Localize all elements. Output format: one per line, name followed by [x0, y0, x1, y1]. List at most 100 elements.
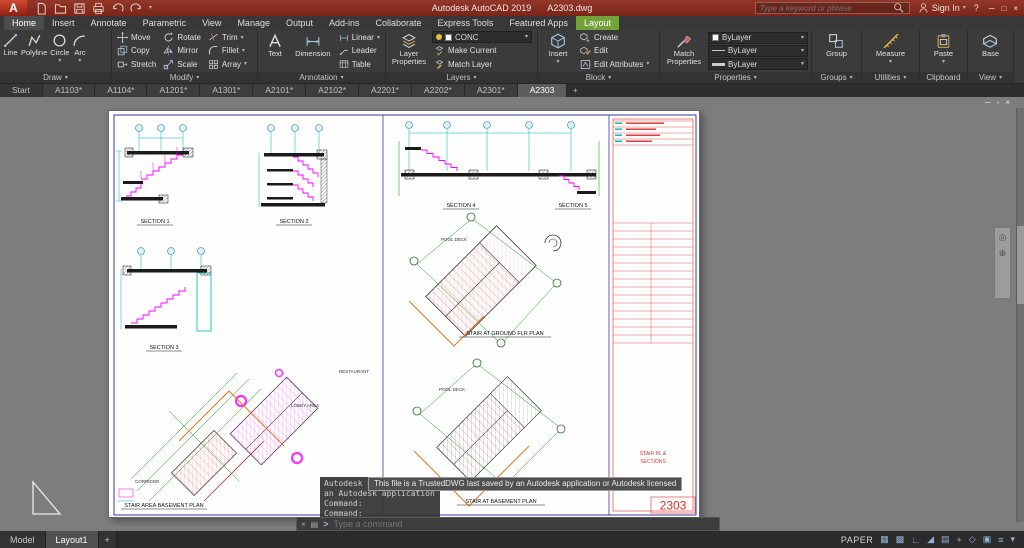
mirror-button[interactable]: Mirror: [161, 44, 203, 57]
chevron-down-icon[interactable]: ▾: [377, 35, 380, 41]
drawing-viewport[interactable]: ─ ▫ ×: [0, 97, 1024, 531]
chevron-down-icon[interactable]: ▾: [241, 35, 244, 41]
isodraft-icon[interactable]: ◇: [969, 534, 976, 545]
save-icon[interactable]: [73, 2, 86, 15]
file-tab-start[interactable]: Start: [0, 84, 43, 97]
sign-in-button[interactable]: Sign In ▾: [918, 2, 966, 14]
panel-label-view[interactable]: View▾: [968, 72, 1013, 83]
undo-icon[interactable]: [111, 2, 124, 15]
snap-mode-icon[interactable]: ▩: [896, 534, 905, 545]
workspace-switching-icon[interactable]: ≡: [998, 535, 1003, 545]
file-tab[interactable]: A1201*: [147, 84, 200, 97]
base-view-button[interactable]: Base: [982, 31, 999, 71]
edit-block-button[interactable]: Edit: [578, 44, 651, 57]
rotate-button[interactable]: Rotate: [161, 31, 203, 44]
file-tab[interactable]: A1104*: [95, 84, 147, 97]
layout1-tab[interactable]: Layout1: [46, 531, 99, 548]
ribbon-tab-output[interactable]: Output: [278, 16, 321, 30]
ribbon-tab-parametric[interactable]: Parametric: [135, 16, 195, 30]
layer-dropdown[interactable]: CONC ▾: [432, 31, 532, 43]
object-color-dropdown[interactable]: ByLayer▾: [708, 32, 808, 44]
ribbon-tab-manage[interactable]: Manage: [229, 16, 278, 30]
copy-button[interactable]: Copy: [115, 44, 158, 57]
viewport-restore-button[interactable]: ▫: [996, 98, 999, 107]
window-maximize-button[interactable]: □: [1001, 4, 1006, 13]
new-layout-button[interactable]: +: [99, 531, 117, 548]
autocad-logo[interactable]: A: [0, 0, 27, 16]
grid-icon[interactable]: ▦: [880, 534, 889, 545]
match-properties-button[interactable]: Match Properties: [663, 31, 705, 71]
measure-button[interactable]: Measure ▾: [876, 31, 905, 71]
file-tab[interactable]: A2201*: [359, 84, 412, 97]
layer-properties-button[interactable]: Layer Properties: [389, 31, 429, 71]
panel-label-clipboard[interactable]: Clipboard: [920, 72, 967, 83]
ribbon-tab-layout[interactable]: Layout: [576, 16, 619, 30]
trim-button[interactable]: Trim▾: [206, 31, 249, 44]
make-current-button[interactable]: Make Current: [432, 44, 532, 57]
plot-icon[interactable]: [92, 2, 105, 15]
chevron-down-icon[interactable]: ▾: [646, 61, 649, 67]
chevron-down-icon[interactable]: ▾: [58, 58, 61, 64]
stretch-button[interactable]: Stretch: [115, 58, 158, 71]
ribbon-tab-home[interactable]: Home: [4, 16, 44, 30]
paper-space-indicator[interactable]: PAPER: [841, 535, 873, 545]
keyword-search[interactable]: [755, 2, 910, 14]
ribbon-tab-featured-apps[interactable]: Featured Apps: [501, 16, 576, 30]
chevron-down-icon[interactable]: ▾: [242, 48, 245, 54]
chevron-down-icon[interactable]: ▾: [942, 59, 945, 65]
command-close-icon[interactable]: ×: [301, 520, 306, 529]
file-tab[interactable]: A1301*: [200, 84, 253, 97]
ribbon-tab-annotate[interactable]: Annotate: [83, 16, 135, 30]
model-tab[interactable]: Model: [0, 531, 46, 548]
linear-button[interactable]: Linear▾: [337, 31, 382, 44]
circle-button[interactable]: Circle ▾: [50, 31, 69, 71]
chevron-down-icon[interactable]: ▾: [889, 59, 892, 65]
chevron-down-icon[interactable]: ▾: [244, 61, 247, 67]
chevron-down-icon[interactable]: ▾: [78, 58, 81, 64]
array-button[interactable]: Array▾: [206, 58, 249, 71]
file-tab-active[interactable]: A2303: [518, 84, 568, 97]
command-customize-icon[interactable]: ▤: [311, 520, 319, 529]
navigation-bar[interactable]: ◎ ⊕: [994, 227, 1011, 299]
text-button[interactable]: Text: [261, 31, 289, 71]
linetype-dropdown[interactable]: ByLayer▾: [708, 45, 808, 57]
file-tab[interactable]: A2202*: [412, 84, 465, 97]
new-drawing-tab-button[interactable]: +: [567, 84, 583, 97]
ribbon-tab-addins[interactable]: Add-ins: [321, 16, 368, 30]
object-snap-icon[interactable]: ▤: [941, 534, 950, 545]
panel-label-groups[interactable]: Groups▾: [812, 72, 861, 83]
ribbon-tab-collaborate[interactable]: Collaborate: [368, 16, 430, 30]
insert-button[interactable]: Insert ▾: [541, 31, 575, 71]
file-tab[interactable]: A2301*: [465, 84, 518, 97]
ribbon-tab-insert[interactable]: Insert: [44, 16, 83, 30]
customization-icon[interactable]: ▾: [1010, 534, 1015, 545]
viewport-minimize-button[interactable]: ─: [985, 98, 991, 107]
open-file-icon[interactable]: [54, 2, 67, 15]
panel-label-properties[interactable]: Properties▾: [660, 72, 811, 83]
polar-tracking-icon[interactable]: ◢: [927, 534, 934, 545]
create-block-button[interactable]: Create: [578, 31, 651, 44]
search-icon[interactable]: [893, 2, 905, 14]
vertical-scrollbar-thumb[interactable]: [1017, 226, 1024, 304]
layout-paper[interactable]: SECTION 1 SECTION 2: [108, 110, 700, 518]
redo-icon[interactable]: [130, 2, 143, 15]
arc-button[interactable]: Arc ▾: [72, 31, 87, 71]
line-button[interactable]: Line: [3, 31, 18, 71]
window-minimize-button[interactable]: ─: [989, 4, 995, 13]
panel-label-annotation[interactable]: Annotation▾: [258, 72, 385, 83]
group-button[interactable]: Group: [826, 31, 847, 71]
panel-label-draw[interactable]: Draw▾: [0, 72, 111, 83]
object-snap-tracking-icon[interactable]: +: [957, 535, 962, 545]
fillet-button[interactable]: Fillet▾: [206, 44, 249, 57]
table-button[interactable]: Table: [337, 58, 382, 71]
new-file-icon[interactable]: [35, 2, 48, 15]
file-tab[interactable]: A1103*: [43, 84, 95, 97]
vertical-scrollbar[interactable]: [1016, 108, 1024, 522]
scale-button[interactable]: Scale: [161, 58, 203, 71]
match-layer-button[interactable]: Match Layer: [432, 58, 532, 71]
chevron-down-icon[interactable]: ▾: [556, 59, 559, 65]
command-line-bar[interactable]: × ▤ >: [296, 517, 720, 531]
window-close-button[interactable]: ×: [1013, 4, 1018, 13]
dimension-button[interactable]: Dimension: [292, 31, 334, 71]
ortho-icon[interactable]: ∟: [911, 535, 920, 545]
